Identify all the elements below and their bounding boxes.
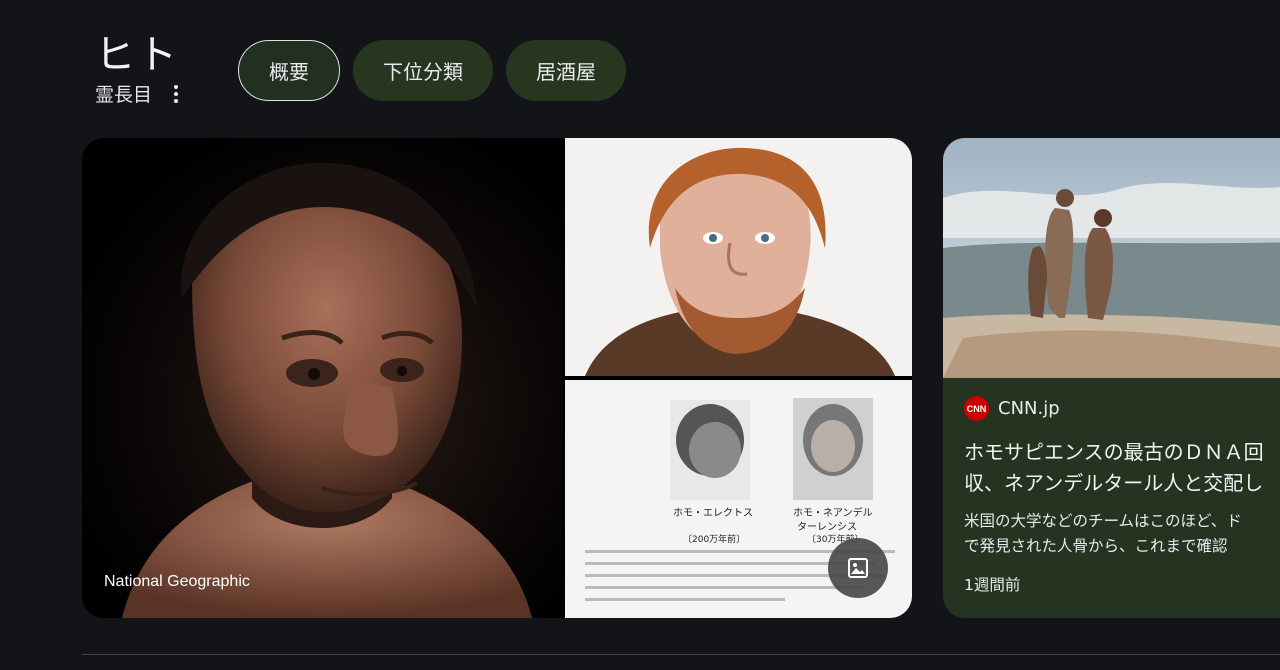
cnn-logo-icon: CNN (964, 396, 989, 421)
image-gallery: National Geographic ホモ・エレクトス 〔200万年前〕 ホモ… (82, 138, 912, 618)
chip-izakaya[interactable]: 居酒屋 (506, 40, 626, 101)
news-source-row: CNN CNN.jp (964, 396, 1280, 421)
news-source-name: CNN.jp (998, 398, 1060, 419)
news-headline-line-1: ホモサピエンスの最古のＤＮＡ回 (964, 440, 1264, 464)
gallery-image-main[interactable]: National Geographic (82, 138, 562, 618)
filter-chips: 概要 下位分類 居酒屋 (238, 40, 626, 101)
news-snippet-line-1: 米国の大学などのチームはこのほど、ド (964, 512, 1242, 530)
chip-subtaxa[interactable]: 下位分類 (353, 40, 493, 101)
news-card-image (943, 138, 1280, 378)
page-subtitle: 霊長目 (95, 84, 153, 106)
subtitle-row: 霊長目 (95, 80, 184, 107)
news-headline[interactable]: ホモサピエンスの最古のＤＮＡ回 収、ネアンデルタール人と交配し (964, 437, 1280, 499)
diagram-caption-right-2: ターレンシス (797, 522, 857, 533)
hominin-bust-image (122, 162, 532, 618)
news-headline-line-2: 収、ネアンデルタール人と交配し (964, 471, 1264, 495)
section-divider (82, 654, 1280, 655)
diagram-era-left: 〔200万年前〕 (683, 535, 746, 545)
image-search-button[interactable] (828, 538, 888, 598)
chip-overview[interactable]: 概要 (238, 40, 340, 101)
gallery-image-top-right[interactable] (565, 138, 912, 376)
diagram-caption-right-1: ホモ・ネアンデル (793, 508, 873, 519)
neanderthal-portrait-image (585, 147, 895, 376)
news-snippet: 米国の大学などのチームはこのほど、ド で発見された人骨から、これまで確認 (964, 509, 1280, 559)
page-title: ヒト (95, 32, 179, 78)
image-icon (848, 558, 868, 578)
news-timestamp: 1週間前 (964, 576, 1021, 594)
image-source-label: National Geographic (104, 573, 250, 590)
news-card-body: CNN CNN.jp ホモサピエンスの最古のＤＮＡ回 収、ネアンデルタール人と交… (964, 396, 1280, 595)
diagram-caption-left: ホモ・エレクトス (673, 508, 753, 519)
news-card[interactable]: CNN CNN.jp ホモサピエンスの最古のＤＮＡ回 収、ネアンデルタール人と交… (943, 138, 1280, 618)
more-options-icon[interactable] (168, 83, 184, 105)
news-snippet-line-2: で発見された人骨から、これまで確認 (964, 537, 1228, 555)
knowledge-panel-header: ヒト (95, 22, 179, 80)
